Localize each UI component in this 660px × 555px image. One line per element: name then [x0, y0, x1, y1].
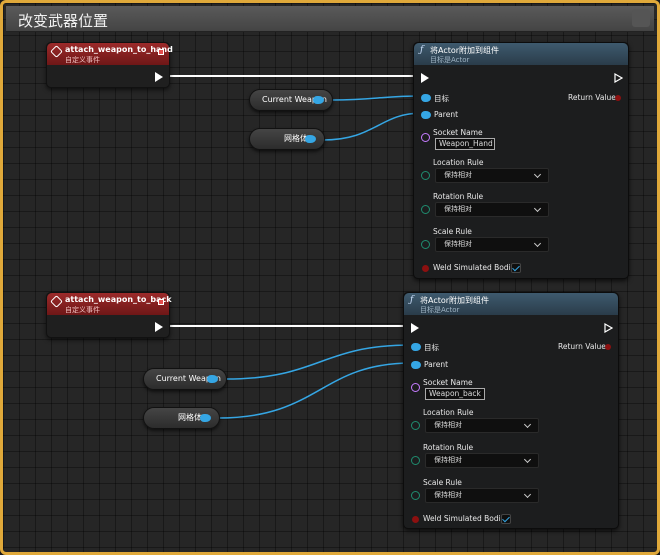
- exec-output-pin[interactable]: [614, 73, 623, 83]
- function-node-header[interactable]: ƒ 将Actor附加到组件 目标是Actor: [404, 293, 618, 315]
- object-output-pin[interactable]: [207, 375, 218, 383]
- return-value-pin[interactable]: [615, 95, 621, 101]
- scale-rule-label: Scale Rule: [423, 478, 462, 487]
- scale-rule-label: Scale Rule: [433, 227, 472, 236]
- rotation-rule-value: 保持相对: [434, 456, 462, 464]
- exec-output-pin[interactable]: [155, 322, 163, 332]
- function-node-attach-to-component[interactable]: ƒ 将Actor附加到组件 目标是Actor 目标 Return Value P…: [413, 42, 629, 279]
- socket-name-input[interactable]: Weapon_Hand: [435, 138, 495, 150]
- function-node-attach-to-component[interactable]: ƒ 将Actor附加到组件 目标是Actor 目标 Return Value P…: [403, 292, 619, 529]
- parent-label: Parent: [434, 110, 459, 119]
- target-input-pin[interactable]: [411, 343, 421, 351]
- rotation-rule-dropdown[interactable]: 保持相对: [435, 202, 549, 217]
- object-output-pin[interactable]: [200, 414, 211, 422]
- weld-bodies-pin[interactable]: [422, 265, 429, 272]
- target-input-pin[interactable]: [421, 94, 431, 102]
- function-subtitle: 目标是Actor: [430, 56, 470, 64]
- exec-input-pin[interactable]: [421, 73, 429, 83]
- exec-input-pin[interactable]: [411, 323, 419, 333]
- event-node-title: attach_weapon_to_hand: [65, 45, 173, 54]
- chevron-down-icon: [523, 490, 532, 499]
- comment-header[interactable]: 改变武器位置: [6, 6, 654, 32]
- object-output-pin[interactable]: [305, 135, 316, 143]
- location-rule-pin[interactable]: [411, 421, 420, 430]
- variable-mesh[interactable]: 网格体: [249, 128, 325, 150]
- chevron-down-icon: [533, 204, 542, 213]
- return-value-pin[interactable]: [605, 344, 611, 350]
- rotation-rule-pin[interactable]: [421, 205, 430, 214]
- delegate-pin-icon[interactable]: [158, 299, 164, 305]
- event-node-header[interactable]: attach_weapon_to_back 自定义事件: [47, 293, 172, 315]
- event-node-subtitle: 自定义事件: [65, 56, 100, 64]
- scale-rule-dropdown[interactable]: 保持相对: [425, 488, 539, 503]
- chevron-down-icon: [523, 455, 532, 464]
- target-label: 目标: [434, 94, 449, 103]
- check-icon: [502, 514, 510, 523]
- chevron-down-icon: [533, 170, 542, 179]
- event-node-title: attach_weapon_to_back: [65, 295, 172, 304]
- exec-output-pin[interactable]: [155, 72, 163, 82]
- event-node-subtitle: 自定义事件: [65, 306, 100, 314]
- check-icon: [512, 263, 520, 272]
- location-rule-dropdown[interactable]: 保持相对: [435, 168, 549, 183]
- scale-rule-value: 保持相对: [444, 240, 472, 248]
- weld-bodies-checkbox[interactable]: [511, 263, 521, 273]
- return-value-label: Return Value: [558, 342, 606, 351]
- event-diamond-icon: [50, 295, 63, 308]
- weld-bodies-checkbox[interactable]: [501, 514, 511, 524]
- location-rule-value: 保持相对: [434, 421, 462, 429]
- function-node-header[interactable]: ƒ 将Actor附加到组件 目标是Actor: [414, 43, 628, 65]
- event-node-attach-hand[interactable]: attach_weapon_to_hand 自定义事件: [46, 42, 173, 88]
- location-rule-value: 保持相对: [444, 171, 472, 179]
- variable-current-weapon[interactable]: Current Weapon: [143, 368, 227, 390]
- socket-name-pin[interactable]: [411, 383, 420, 392]
- socket-name-input[interactable]: Weapon_back: [425, 388, 485, 400]
- parent-input-pin[interactable]: [421, 111, 431, 119]
- comment-title: 改变武器位置: [18, 12, 109, 30]
- rotation-rule-label: Rotation Rule: [423, 443, 474, 452]
- rotation-rule-value: 保持相对: [444, 205, 472, 213]
- location-rule-label: Location Rule: [423, 408, 474, 417]
- weld-bodies-label: Weld Simulated Bodies: [433, 263, 520, 272]
- chevron-down-icon: [533, 239, 542, 248]
- scale-rule-dropdown[interactable]: 保持相对: [435, 237, 549, 252]
- event-node-header[interactable]: attach_weapon_to_hand 自定义事件: [47, 43, 173, 65]
- rotation-rule-dropdown[interactable]: 保持相对: [425, 453, 539, 468]
- variable-current-weapon[interactable]: Current Weapon: [249, 89, 333, 111]
- parent-label: Parent: [424, 360, 449, 369]
- function-icon: ƒ: [410, 295, 414, 305]
- event-node-attach-back[interactable]: attach_weapon_to_back 自定义事件: [46, 292, 172, 338]
- function-icon: ƒ: [420, 45, 424, 55]
- function-subtitle: 目标是Actor: [420, 306, 460, 314]
- object-output-pin[interactable]: [313, 96, 324, 104]
- socket-name-label: Socket Name: [423, 378, 473, 387]
- location-rule-pin[interactable]: [421, 171, 430, 180]
- rotation-rule-pin[interactable]: [411, 456, 420, 465]
- weld-bodies-pin[interactable]: [412, 516, 419, 523]
- socket-name-label: Socket Name: [433, 128, 483, 137]
- location-rule-dropdown[interactable]: 保持相对: [425, 418, 539, 433]
- rotation-rule-label: Rotation Rule: [433, 192, 484, 201]
- delegate-pin-icon[interactable]: [158, 49, 164, 55]
- target-label: 目标: [424, 343, 439, 352]
- scale-rule-pin[interactable]: [421, 240, 430, 249]
- variable-mesh[interactable]: 网格体: [143, 407, 220, 429]
- scale-rule-pin[interactable]: [411, 491, 420, 500]
- parent-input-pin[interactable]: [411, 361, 421, 369]
- comment-header-button[interactable]: [632, 9, 650, 27]
- scale-rule-value: 保持相对: [434, 491, 462, 499]
- return-value-label: Return Value: [568, 93, 616, 102]
- exec-output-pin[interactable]: [604, 323, 613, 333]
- event-diamond-icon: [50, 45, 63, 58]
- variable-label: 网格体: [178, 413, 202, 422]
- location-rule-label: Location Rule: [433, 158, 484, 167]
- weld-bodies-label: Weld Simulated Bodies: [423, 514, 510, 523]
- socket-name-pin[interactable]: [421, 133, 430, 142]
- chevron-down-icon: [523, 420, 532, 429]
